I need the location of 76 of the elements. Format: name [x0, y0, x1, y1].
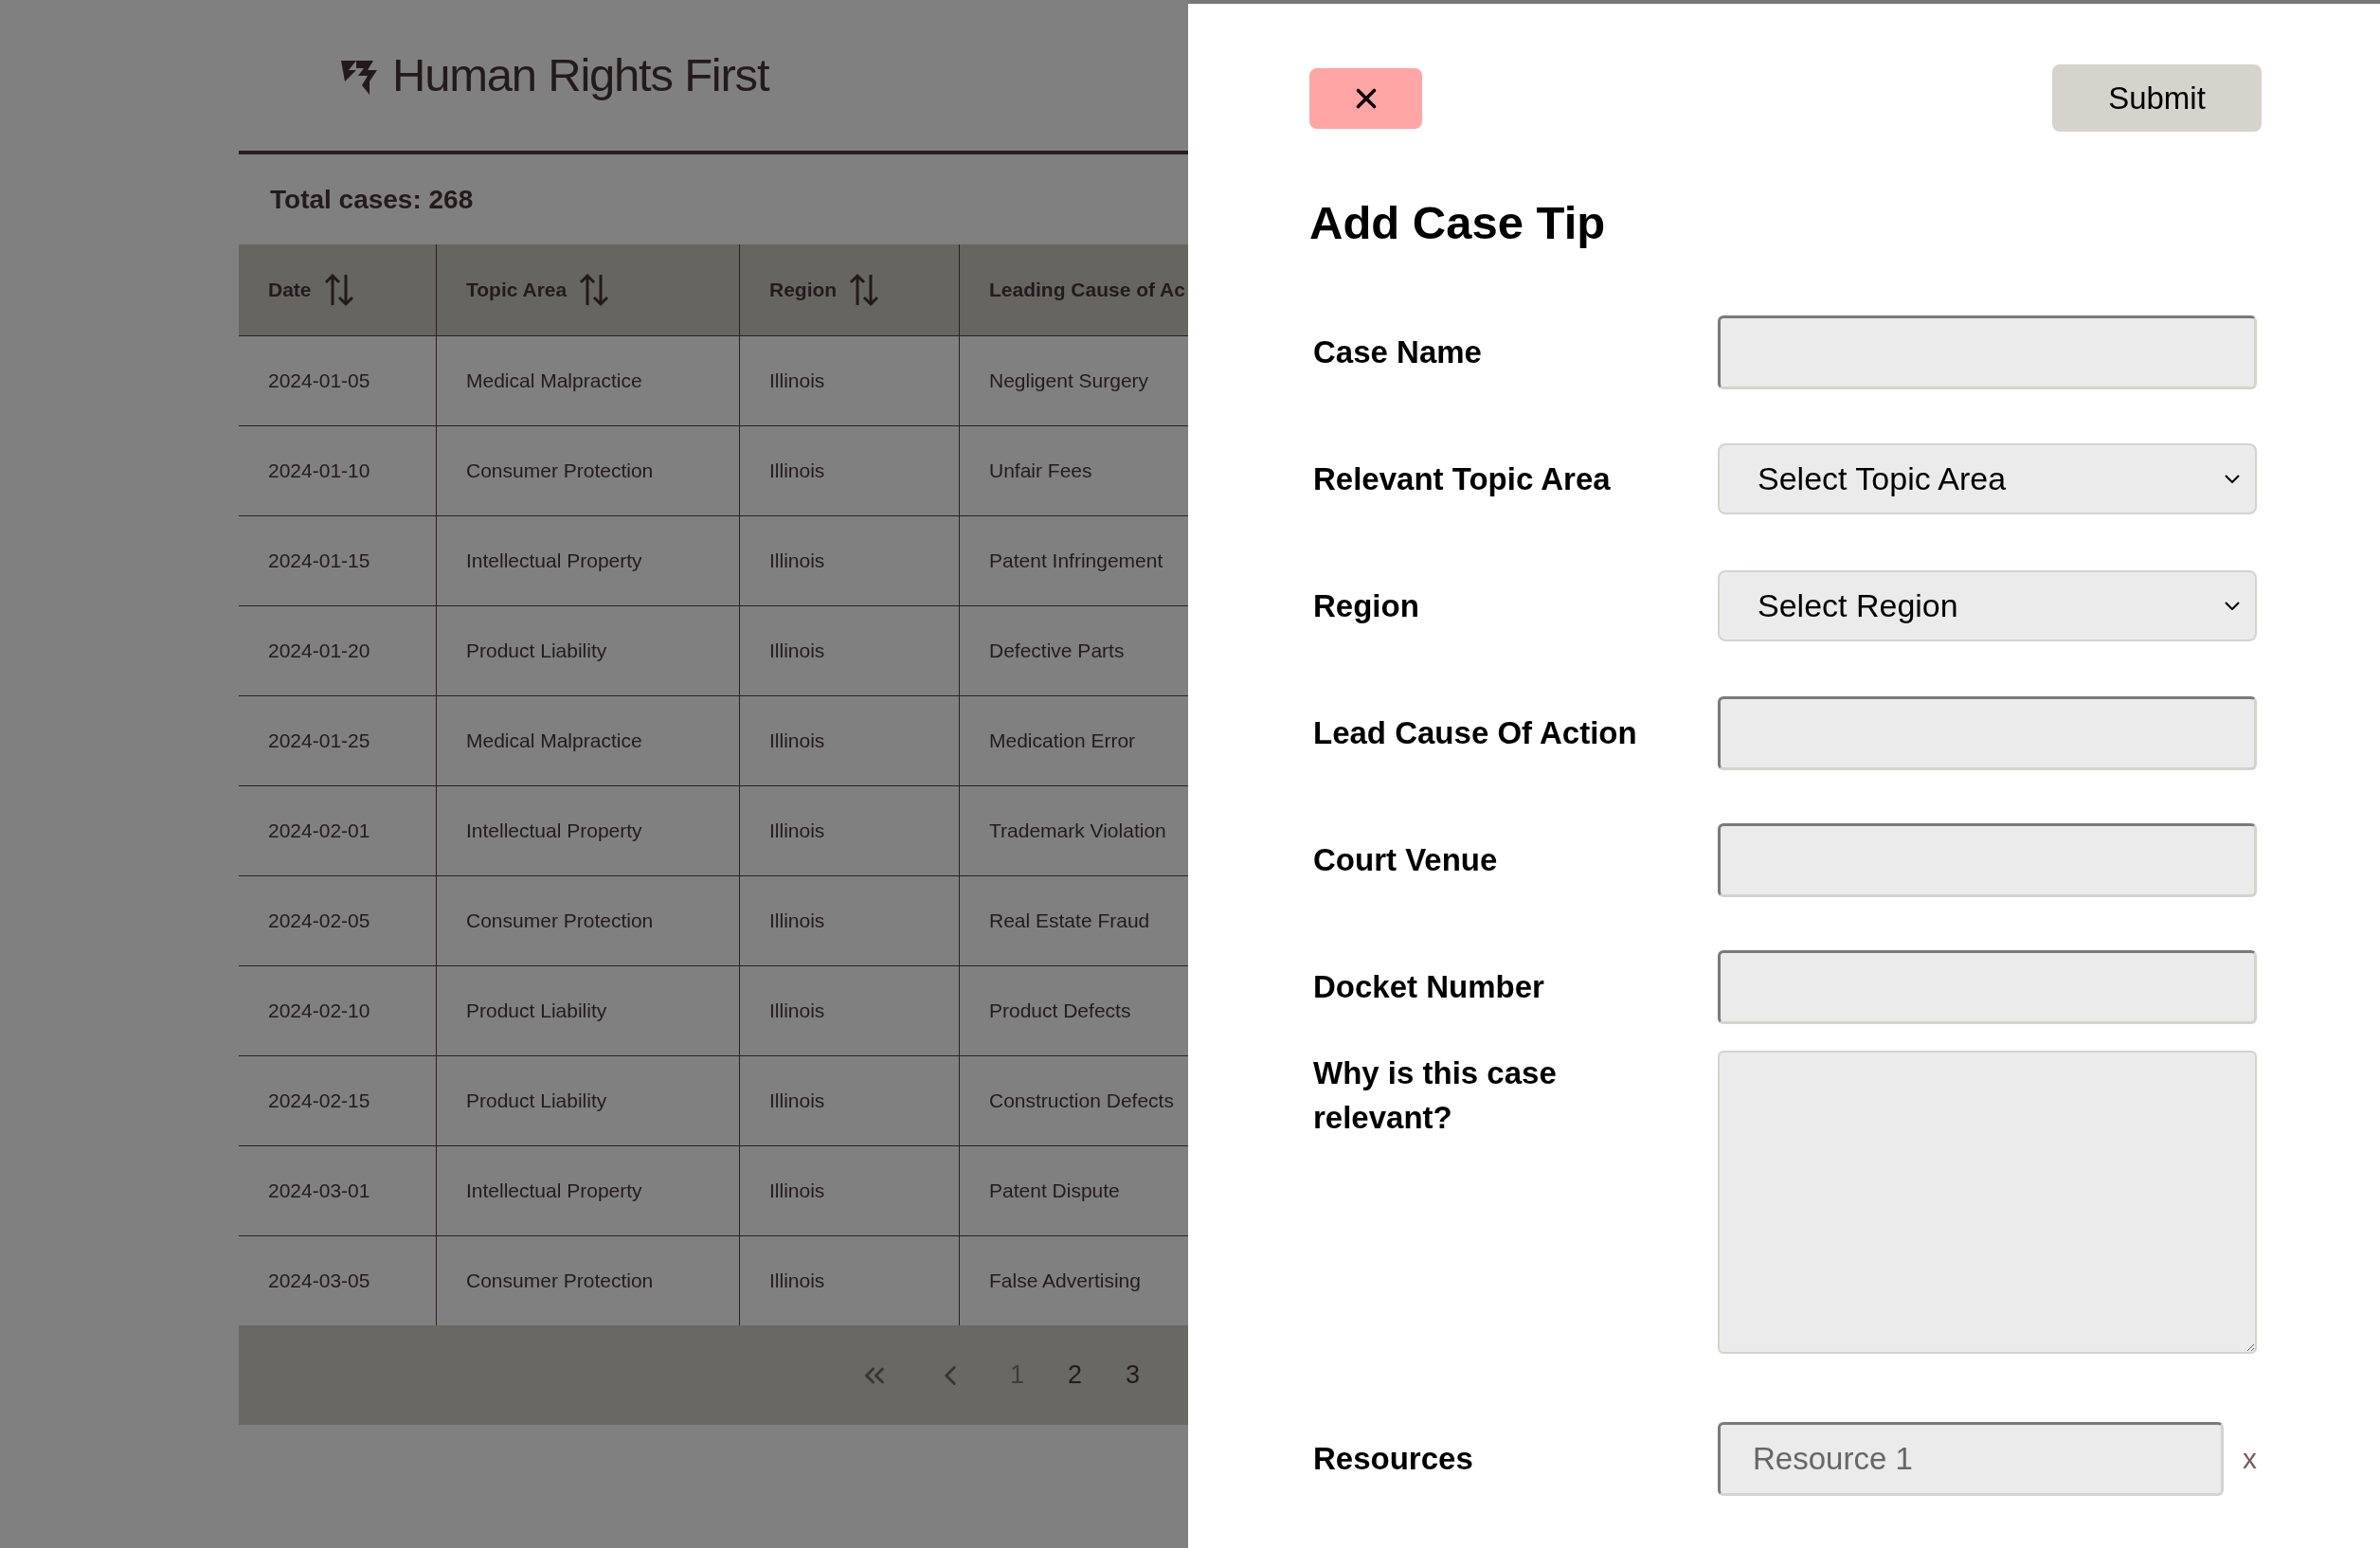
table-cell-text: 2024-01-05 — [268, 369, 370, 394]
table-cell-text: Consumer Protection — [466, 459, 654, 484]
resource-field[interactable]: Resource 1 — [1718, 1421, 2224, 1496]
table-cell-text: Illinois — [769, 1089, 825, 1114]
table-cell-text: 2024-03-01 — [268, 1179, 370, 1204]
table-cell-text: 2024-02-10 — [268, 999, 370, 1024]
field-label: Resources — [1313, 1439, 1474, 1478]
chevron-down-icon — [2225, 475, 2240, 483]
table-cell-text: Illinois — [769, 369, 825, 394]
field-label: Case Name — [1313, 333, 1483, 371]
table-cell-text: Illinois — [769, 459, 825, 484]
table-cell-text: Illinois — [769, 1269, 825, 1294]
text-field[interactable] — [1718, 695, 2257, 770]
table-cell-text: Defective Parts — [989, 639, 1125, 664]
table-cell-text: Negligent Surgery — [989, 369, 1149, 394]
column-header: Date — [268, 278, 312, 303]
table-cell-text: Patent Dispute — [989, 1179, 1120, 1204]
field-label: Lead Cause Of Action — [1313, 713, 1638, 752]
text-field[interactable] — [1718, 949, 2257, 1024]
table-cell-text: Illinois — [769, 549, 825, 574]
table-cell-text: Unfair Fees — [989, 459, 1092, 484]
column-header: Region — [769, 278, 838, 303]
select-dropdown[interactable]: Select Topic Area — [1718, 443, 2257, 514]
table-cell-text: Medical Malpractice — [466, 729, 642, 754]
table-cell-text: Intellectual Property — [466, 819, 642, 844]
column-header: Topic Area — [466, 278, 568, 303]
table-cell-text: Product Liability — [466, 639, 607, 664]
table-cell-text: 2024-01-15 — [268, 549, 370, 574]
table-cell-text: Consumer Protection — [466, 1269, 654, 1294]
text-field[interactable] — [1718, 315, 2257, 389]
table-cell-text: Medication Error — [989, 729, 1136, 754]
select-dropdown[interactable]: Select Region — [1718, 570, 2257, 641]
page-number[interactable]: 3 — [1126, 1356, 1141, 1395]
table-cell-text: False Advertising — [989, 1269, 1141, 1294]
table-cell-text: Product Defects — [989, 999, 1131, 1024]
remove-resource-button[interactable]: x — [2243, 1437, 2257, 1480]
close-button[interactable] — [1309, 67, 1422, 129]
chevron-down-icon — [2225, 602, 2240, 610]
table-cell-text: Illinois — [769, 1179, 825, 1204]
table-cell-text: Consumer Protection — [466, 909, 654, 934]
table-cell-text: Illinois — [769, 819, 825, 844]
submit-button[interactable]: Submit — [2052, 64, 2262, 132]
table-cell-text: Construction Defects — [989, 1089, 1174, 1114]
table-cell-text: Real Estate Fraud — [989, 909, 1150, 934]
total-cases: Total cases: 268 — [270, 183, 474, 216]
sort-icon[interactable] — [322, 273, 355, 307]
column-header: Leading Cause of Ac — [989, 278, 1185, 303]
table-cell-text: Illinois — [769, 999, 825, 1024]
table-cell-text: Product Liability — [466, 999, 607, 1024]
sort-icon[interactable] — [578, 273, 611, 307]
table-cell-text: 2024-02-01 — [268, 819, 370, 844]
table-cell-text: Trademark Violation — [989, 819, 1166, 844]
brand-name: Human Rights First — [392, 47, 769, 102]
table-cell-text: Illinois — [769, 729, 825, 754]
table-cell-text: 2024-01-10 — [268, 459, 370, 484]
field-label: Why is this case relevant? — [1313, 1053, 1558, 1138]
page-number[interactable]: 2 — [1068, 1356, 1083, 1395]
table-cell-text: Intellectual Property — [466, 1179, 642, 1204]
drawer-title: Add Case Tip — [1309, 196, 1607, 250]
table-cell-text: 2024-02-05 — [268, 909, 370, 934]
field-label: Docket Number — [1313, 967, 1545, 1006]
text-field[interactable] — [1718, 822, 2257, 897]
table-cell-text: Product Liability — [466, 1089, 607, 1114]
field-label: Relevant Topic Area — [1313, 459, 1612, 498]
table-cell-text: Medical Malpractice — [466, 369, 642, 394]
table-cell-text: Illinois — [769, 639, 825, 664]
field-label: Court Venue — [1313, 840, 1499, 879]
table-cell-text: Illinois — [769, 909, 825, 934]
table-cell-text: 2024-01-20 — [268, 639, 370, 664]
table-cell-text: 2024-03-05 — [268, 1269, 370, 1294]
table-cell-text: 2024-02-15 — [268, 1089, 370, 1114]
table-cell-text: Patent Infringement — [989, 549, 1163, 574]
table-cell-text: Intellectual Property — [466, 549, 642, 574]
table-cell-text: 2024-01-25 — [268, 729, 370, 754]
sort-icon[interactable] — [848, 273, 881, 307]
field-label: Region — [1313, 586, 1420, 625]
